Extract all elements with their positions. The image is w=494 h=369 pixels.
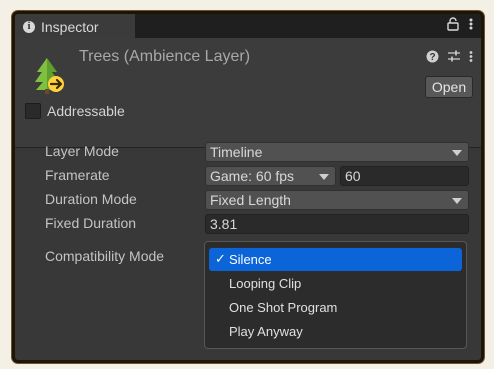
menu-item-play-anyway[interactable]: Play Anyway <box>209 320 462 343</box>
lock-icon[interactable] <box>447 17 459 34</box>
duration-mode-label: Duration Mode <box>45 191 137 207</box>
inspector-window: i Inspector Trees (Ambience Layer) ? Ope… <box>12 11 484 363</box>
menu-item-label: Looping Clip <box>229 276 302 291</box>
tab-actions <box>447 17 473 34</box>
compatibility-mode-label: Compatibility Mode <box>45 248 165 264</box>
framerate-label: Framerate <box>45 167 110 183</box>
checkmark-icon: ✓ <box>215 251 226 266</box>
svg-text:?: ? <box>429 52 435 63</box>
framerate-number-input[interactable]: 60 <box>340 166 469 186</box>
menu-item-silence[interactable]: ✓ Silence <box>209 248 462 271</box>
kebab-menu-icon[interactable] <box>469 50 473 66</box>
tab-inspector[interactable]: i Inspector <box>15 14 135 38</box>
kebab-menu-icon[interactable] <box>469 17 473 34</box>
menu-item-one-shot-program[interactable]: One Shot Program <box>209 296 462 319</box>
menu-item-looping-clip[interactable]: Looping Clip <box>209 272 462 295</box>
help-icon[interactable]: ? <box>426 50 439 66</box>
layer-mode-value: Timeline <box>210 144 263 160</box>
duration-mode-value: Fixed Length <box>210 192 291 208</box>
framerate-number-value: 60 <box>345 168 361 184</box>
tab-title: Inspector <box>41 19 99 35</box>
addressable-label: Addressable <box>47 103 125 119</box>
framerate-value: Game: 60 fps <box>210 168 295 184</box>
compatibility-mode-menu: ✓ Silence Looping Clip One Shot Program … <box>204 241 467 349</box>
addressable-checkbox[interactable] <box>25 103 41 119</box>
menu-item-label: Play Anyway <box>229 324 303 339</box>
open-button[interactable]: Open <box>425 76 473 98</box>
info-icon: i <box>23 21 35 33</box>
fixed-duration-label: Fixed Duration <box>45 215 137 231</box>
chevron-down-icon <box>319 174 329 180</box>
fixed-duration-value: 3.81 <box>210 216 238 232</box>
tree-asset-icon <box>33 56 67 96</box>
menu-item-label: One Shot Program <box>229 300 338 315</box>
layer-mode-label: Layer Mode <box>45 143 119 159</box>
framerate-dropdown[interactable]: Game: 60 fps <box>205 166 336 186</box>
menu-item-label: Silence <box>229 252 272 267</box>
fixed-duration-input[interactable]: 3.81 <box>205 214 469 234</box>
layer-mode-dropdown[interactable]: Timeline <box>205 142 469 162</box>
tab-bar: i Inspector <box>15 14 481 38</box>
duration-mode-dropdown[interactable]: Fixed Length <box>205 190 469 210</box>
asset-title: Trees (Ambience Layer) <box>79 48 251 65</box>
asset-header-actions: ? <box>426 50 473 66</box>
settings-sliders-icon[interactable] <box>447 50 461 66</box>
asset-header: Trees (Ambience Layer) ? Open Addressabl… <box>15 38 481 148</box>
chevron-down-icon <box>452 198 462 204</box>
chevron-down-icon <box>452 150 462 156</box>
addressable-toggle[interactable]: Addressable <box>25 103 125 119</box>
